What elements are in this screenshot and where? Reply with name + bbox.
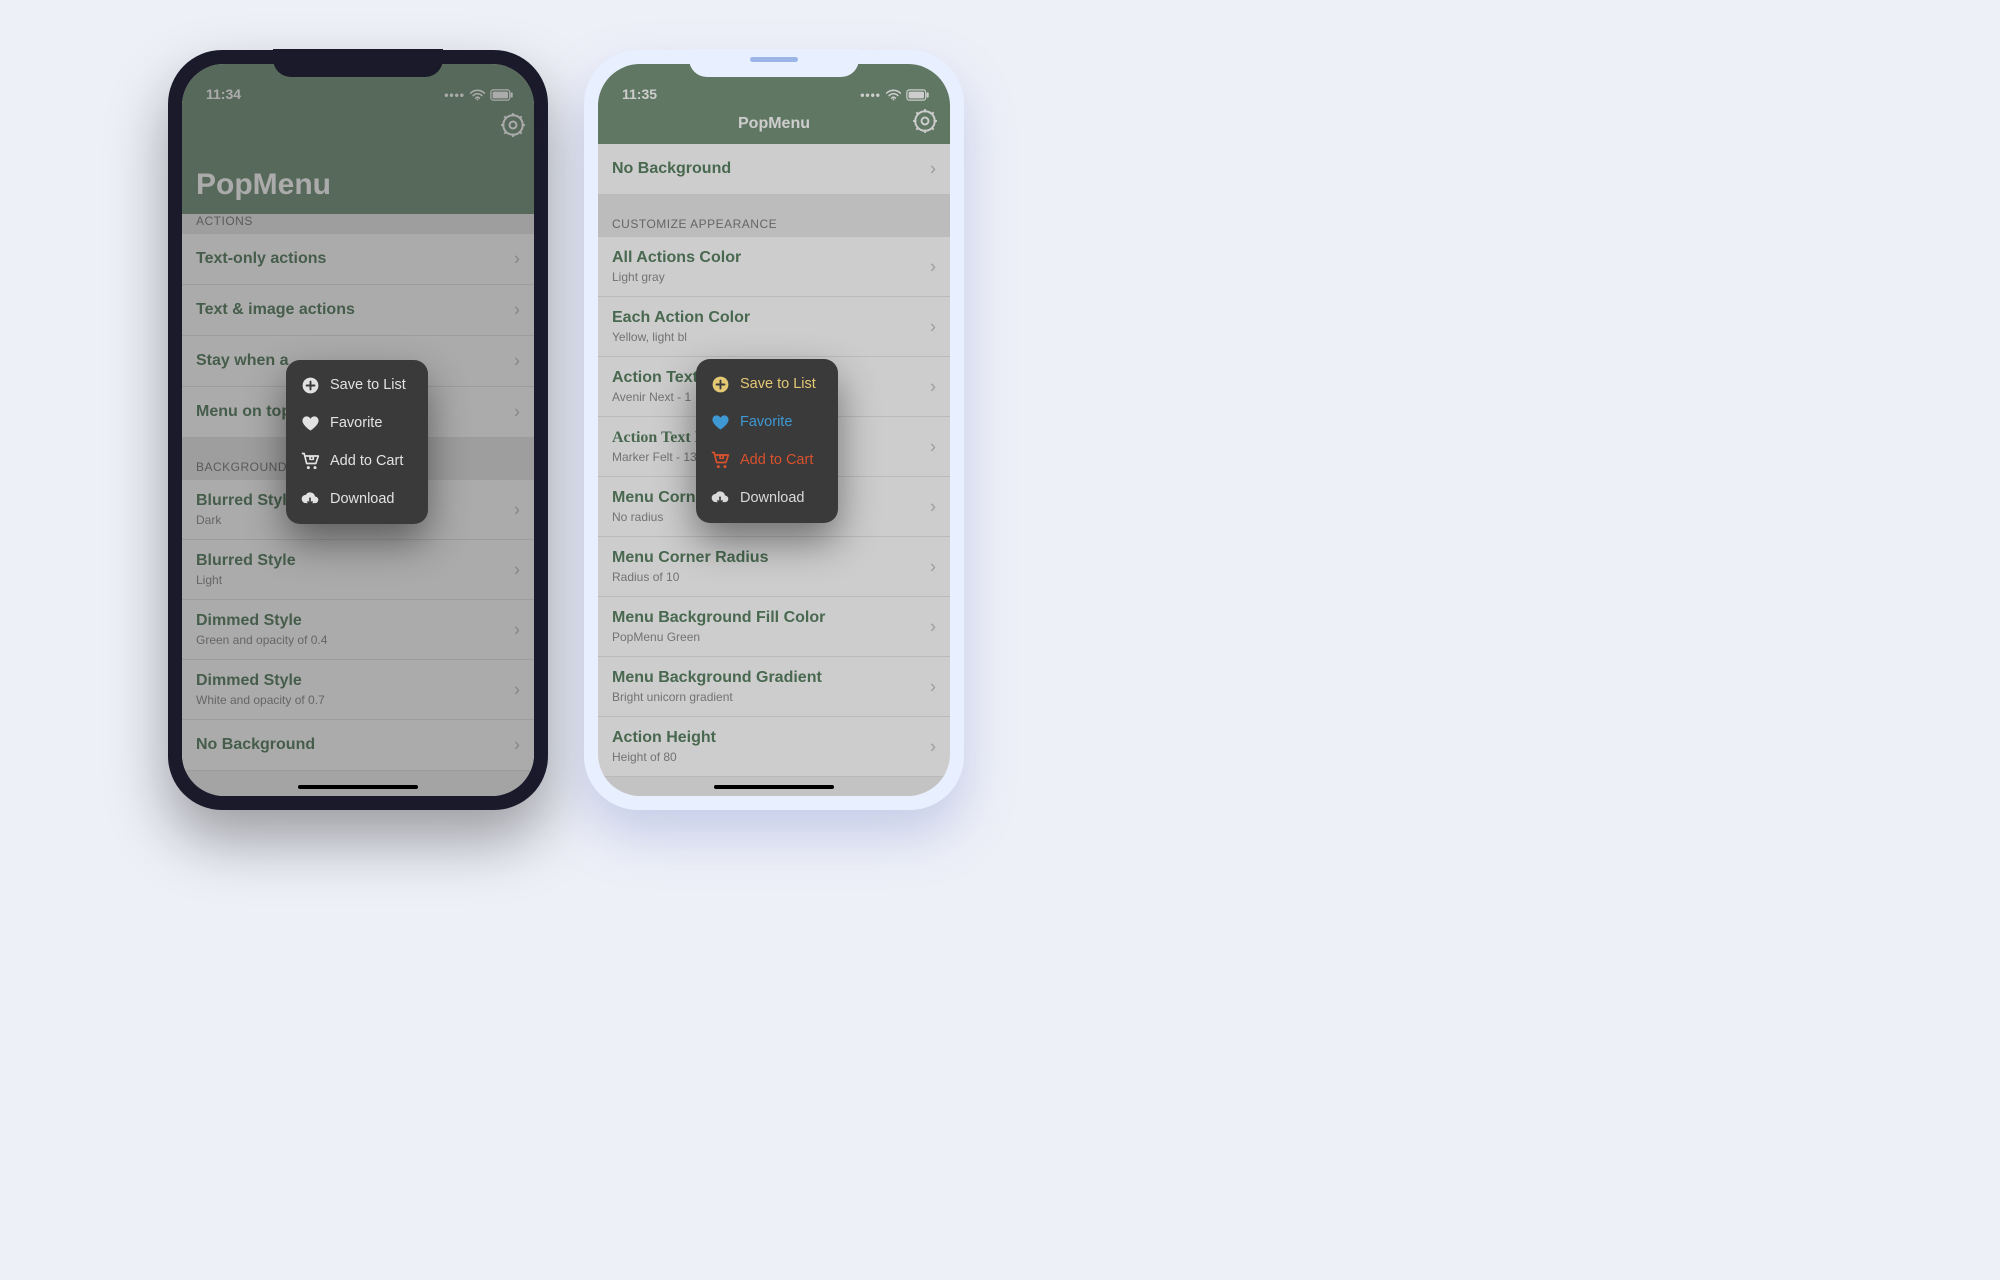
battery-icon <box>906 89 930 101</box>
battery-icon <box>490 89 514 101</box>
chevron-right-icon: › <box>930 256 936 277</box>
pop-menu[interactable]: Save to List Favorite Add to Cart Downlo… <box>286 360 428 524</box>
chevron-right-icon: › <box>514 351 520 372</box>
popup-item-favorite[interactable]: Favorite <box>286 404 428 442</box>
popup-item-cart[interactable]: Add to Cart <box>696 441 838 479</box>
download-cloud-icon <box>710 488 730 508</box>
popup-item-save[interactable]: Save to List <box>286 366 428 404</box>
section-header-customize: CUSTOMIZE APPEARANCE <box>598 195 950 237</box>
chevron-right-icon: › <box>930 159 936 180</box>
notch <box>273 49 443 77</box>
notch <box>689 49 859 77</box>
list-row[interactable]: No Background› <box>598 144 950 195</box>
nav-title-small: PopMenu <box>738 115 810 133</box>
chevron-right-icon: › <box>930 436 936 457</box>
chevron-right-icon: › <box>514 619 520 640</box>
list-row[interactable]: Menu Background Fill ColorPopMenu Green› <box>598 597 950 657</box>
nav-title-large: PopMenu <box>196 140 520 202</box>
status-time: 11:35 <box>622 86 657 102</box>
download-cloud-icon <box>300 489 320 509</box>
list-row[interactable]: No Background› <box>182 720 534 771</box>
cart-icon <box>710 450 730 470</box>
chevron-right-icon: › <box>514 300 520 321</box>
plus-circle-icon <box>300 375 320 395</box>
list-row[interactable]: Action HeightHeight of 80› <box>598 717 950 777</box>
home-indicator <box>298 785 418 789</box>
heart-icon <box>710 412 730 432</box>
wifi-icon <box>886 89 901 101</box>
chevron-right-icon: › <box>514 735 520 756</box>
chevron-right-icon: › <box>930 556 936 577</box>
phone-mockup-light: 11:35 •••• PopMenu No Background› CUSTOM… <box>584 50 964 810</box>
settings-gear-icon[interactable] <box>500 112 526 138</box>
popup-item-download[interactable]: Download <box>696 479 838 517</box>
chevron-right-icon: › <box>930 316 936 337</box>
chevron-right-icon: › <box>514 249 520 270</box>
list-row[interactable]: Menu Background GradientBright unicorn g… <box>598 657 950 717</box>
phone-mockup-dark: 11:34 •••• PopMenu ACTIONS <box>168 50 548 810</box>
chevron-right-icon: › <box>930 736 936 757</box>
pop-menu-colored[interactable]: Save to List Favorite Add to Cart Downlo… <box>696 359 838 523</box>
list-row[interactable]: Blurred StyleLight› <box>182 540 534 600</box>
settings-gear-icon[interactable] <box>912 108 938 139</box>
list-row[interactable]: Menu Corner RadiusRadius of 10› <box>598 537 950 597</box>
popup-item-download[interactable]: Download <box>286 480 428 518</box>
popup-item-favorite[interactable]: Favorite <box>696 403 838 441</box>
chevron-right-icon: › <box>930 616 936 637</box>
list-row[interactable]: Dimmed StyleWhite and opacity of 0.7› <box>182 660 534 720</box>
popup-item-cart[interactable]: Add to Cart <box>286 442 428 480</box>
cart-icon <box>300 451 320 471</box>
home-indicator <box>714 785 834 789</box>
chevron-right-icon: › <box>930 676 936 697</box>
chevron-right-icon: › <box>514 499 520 520</box>
chevron-right-icon: › <box>514 679 520 700</box>
cellular-icon: •••• <box>860 88 881 102</box>
status-time: 11:34 <box>206 86 241 102</box>
list-row[interactable]: Dimmed StyleGreen and opacity of 0.4› <box>182 600 534 660</box>
list-row[interactable]: Text-only actions› <box>182 234 534 285</box>
chevron-right-icon: › <box>930 376 936 397</box>
plus-circle-icon <box>710 374 730 394</box>
list-row[interactable]: Text & image actions› <box>182 285 534 336</box>
list-row[interactable]: All Actions ColorLight gray› <box>598 237 950 297</box>
cellular-icon: •••• <box>444 88 465 102</box>
wifi-icon <box>470 89 485 101</box>
chevron-right-icon: › <box>930 496 936 517</box>
chevron-right-icon: › <box>514 559 520 580</box>
chevron-right-icon: › <box>514 402 520 423</box>
heart-icon <box>300 413 320 433</box>
popup-item-save[interactable]: Save to List <box>696 365 838 403</box>
list-row[interactable]: Each Action ColorYellow, light bl› <box>598 297 950 357</box>
